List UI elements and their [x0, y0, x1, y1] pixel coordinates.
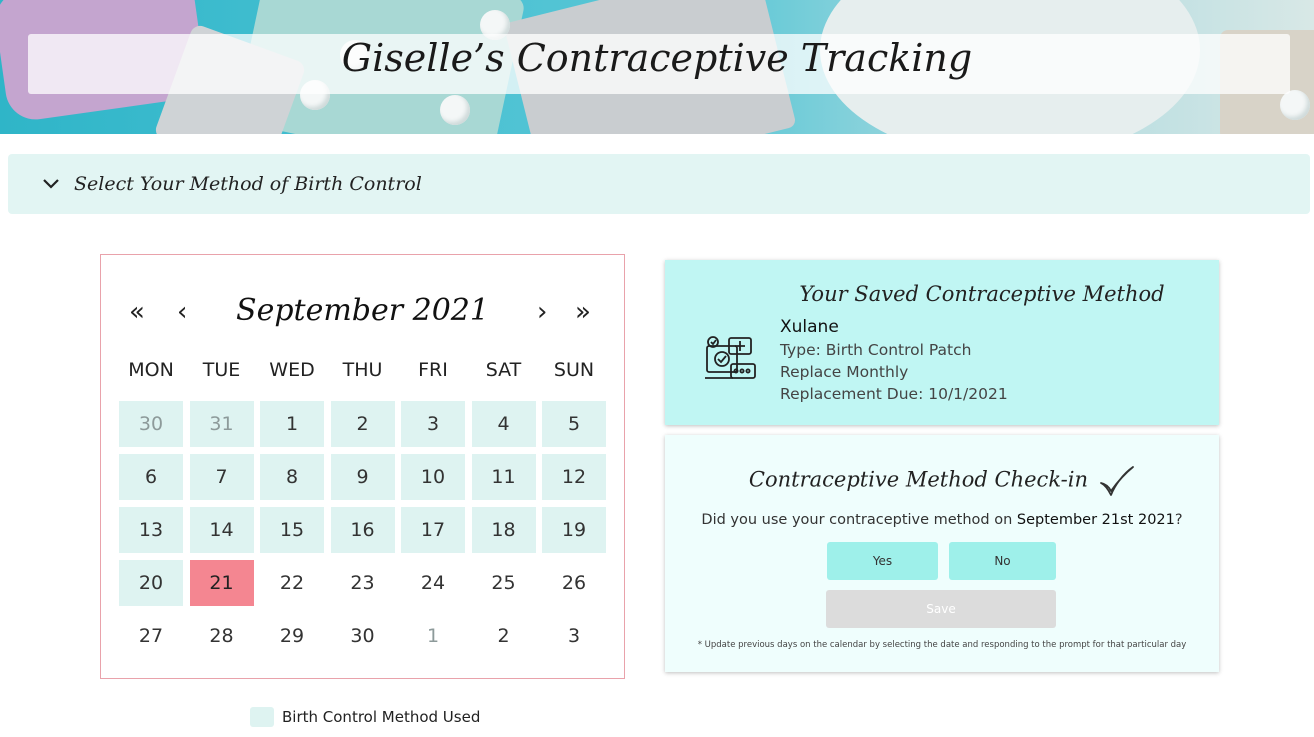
weekday-label: FRI [418, 359, 448, 381]
next-year-button[interactable]: » [575, 297, 591, 327]
calendar-day[interactable]: 30 [119, 401, 183, 447]
calendar-day[interactable]: 1 [260, 401, 324, 447]
calendar-day[interactable]: 31 [189, 401, 254, 447]
calendar-day[interactable]: 1 [401, 613, 465, 659]
page-title: Giselle’s Contraceptive Tracking [341, 36, 973, 80]
checkin-note: * Update previous days on the calendar b… [697, 640, 1187, 650]
calendar-day[interactable]: 24 [401, 560, 465, 606]
method-frequency: Replace Monthly [780, 363, 909, 381]
saved-method-card: Your Saved Contraceptive Method Xulane T… [665, 260, 1219, 425]
calendar-day[interactable]: 25 [472, 560, 536, 606]
calendar-day-grid: 30 31 1 2 3 4 5 6 7 8 9 10 11 12 13 14 15 16 17 18 19 20 21 22 2… [119, 401, 606, 659]
calendar-day[interactable]: 3 [542, 613, 606, 659]
calendar-header: « ‹ September 2021 › » [101, 291, 624, 341]
weekday-label: SAT [485, 359, 522, 381]
calendar-day[interactable]: 3 [401, 401, 465, 447]
calendar-day[interactable]: 9 [330, 454, 395, 500]
calendar-day[interactable]: 2 [472, 613, 536, 659]
calendar-day[interactable]: 17 [401, 507, 465, 553]
calendar-day[interactable]: 5 [542, 401, 606, 447]
weekday-label: SUN [553, 359, 595, 381]
checkin-card: Contraceptive Method Check-in Did you us… [665, 435, 1219, 672]
calendar-day[interactable]: 23 [331, 560, 395, 606]
calendar: « ‹ September 2021 › » MON TUE WED THU FRI SA… [100, 254, 625, 679]
legend-swatch [250, 707, 274, 727]
checkin-title: Contraceptive Method Check-in [748, 467, 1089, 492]
question-date: September 21st 2021 [1016, 512, 1175, 528]
chevron-down-icon [43, 179, 59, 189]
yes-button[interactable]: Yes [827, 542, 938, 580]
calendar-day[interactable]: 26 [542, 560, 606, 606]
calendar-day[interactable]: 14 [189, 507, 254, 553]
calendar-day[interactable]: 2 [330, 401, 395, 447]
calendar-day[interactable]: 18 [471, 507, 536, 553]
calendar-day[interactable]: 13 [119, 507, 183, 553]
calendar-day[interactable]: 19 [542, 507, 606, 553]
calendar-day[interactable]: 30 [331, 613, 395, 659]
weekday-header-row: MON TUE WED THU FRI SAT SUN [119, 359, 606, 381]
method-type: Type: Birth Control Patch [780, 341, 972, 359]
weekday-label: WED [269, 359, 315, 381]
weekday-label: THU [342, 359, 383, 381]
calendar-day[interactable]: 8 [260, 454, 324, 500]
calendar-day[interactable]: 11 [471, 454, 536, 500]
calendar-day[interactable]: 4 [471, 401, 536, 447]
header-banner: Giselle’s Contraceptive Tracking [0, 0, 1314, 134]
save-button[interactable]: Save [826, 590, 1056, 628]
calendar-day[interactable]: 29 [260, 613, 324, 659]
weekday-label: MON [128, 359, 174, 381]
calendar-day[interactable]: 16 [330, 507, 395, 553]
calendar-legend: Birth Control Method Used [250, 707, 480, 727]
calendar-day[interactable]: 7 [189, 454, 254, 500]
calendar-day[interactable]: 12 [542, 454, 606, 500]
checkmark-icon [1100, 466, 1135, 496]
checkin-question: Did you use your contraceptive method on… [665, 512, 1219, 528]
legend-label: Birth Control Method Used [282, 708, 481, 726]
method-name: Xulane [780, 317, 839, 337]
accordion-label: Select Your Method of Birth Control [74, 173, 422, 195]
saved-method-title: Your Saved Contraceptive Method [799, 282, 1165, 306]
pill-decoration [1280, 90, 1310, 120]
question-mark: ? [1174, 512, 1183, 528]
replacement-due: Replacement Due: 10/1/2021 [780, 385, 1008, 403]
no-button[interactable]: No [949, 542, 1056, 580]
pill-decoration [440, 95, 470, 125]
calendar-day[interactable]: 28 [190, 613, 254, 659]
calendar-day[interactable]: 22 [260, 560, 324, 606]
method-select-accordion[interactable]: Select Your Method of Birth Control [8, 154, 1310, 214]
weekday-label: TUE [202, 359, 241, 381]
calendar-day[interactable]: 15 [260, 507, 324, 553]
calendar-day[interactable]: 27 [119, 613, 183, 659]
calendar-day[interactable]: 10 [401, 454, 465, 500]
next-month-button[interactable]: › [537, 297, 547, 327]
calendar-day[interactable]: 6 [119, 454, 183, 500]
question-text: Did you use your contraceptive method on [701, 512, 1017, 528]
contraceptive-kit-icon [705, 336, 756, 379]
calendar-day[interactable]: 20 [119, 560, 183, 606]
calendar-day-selected[interactable]: 21 [189, 560, 254, 606]
